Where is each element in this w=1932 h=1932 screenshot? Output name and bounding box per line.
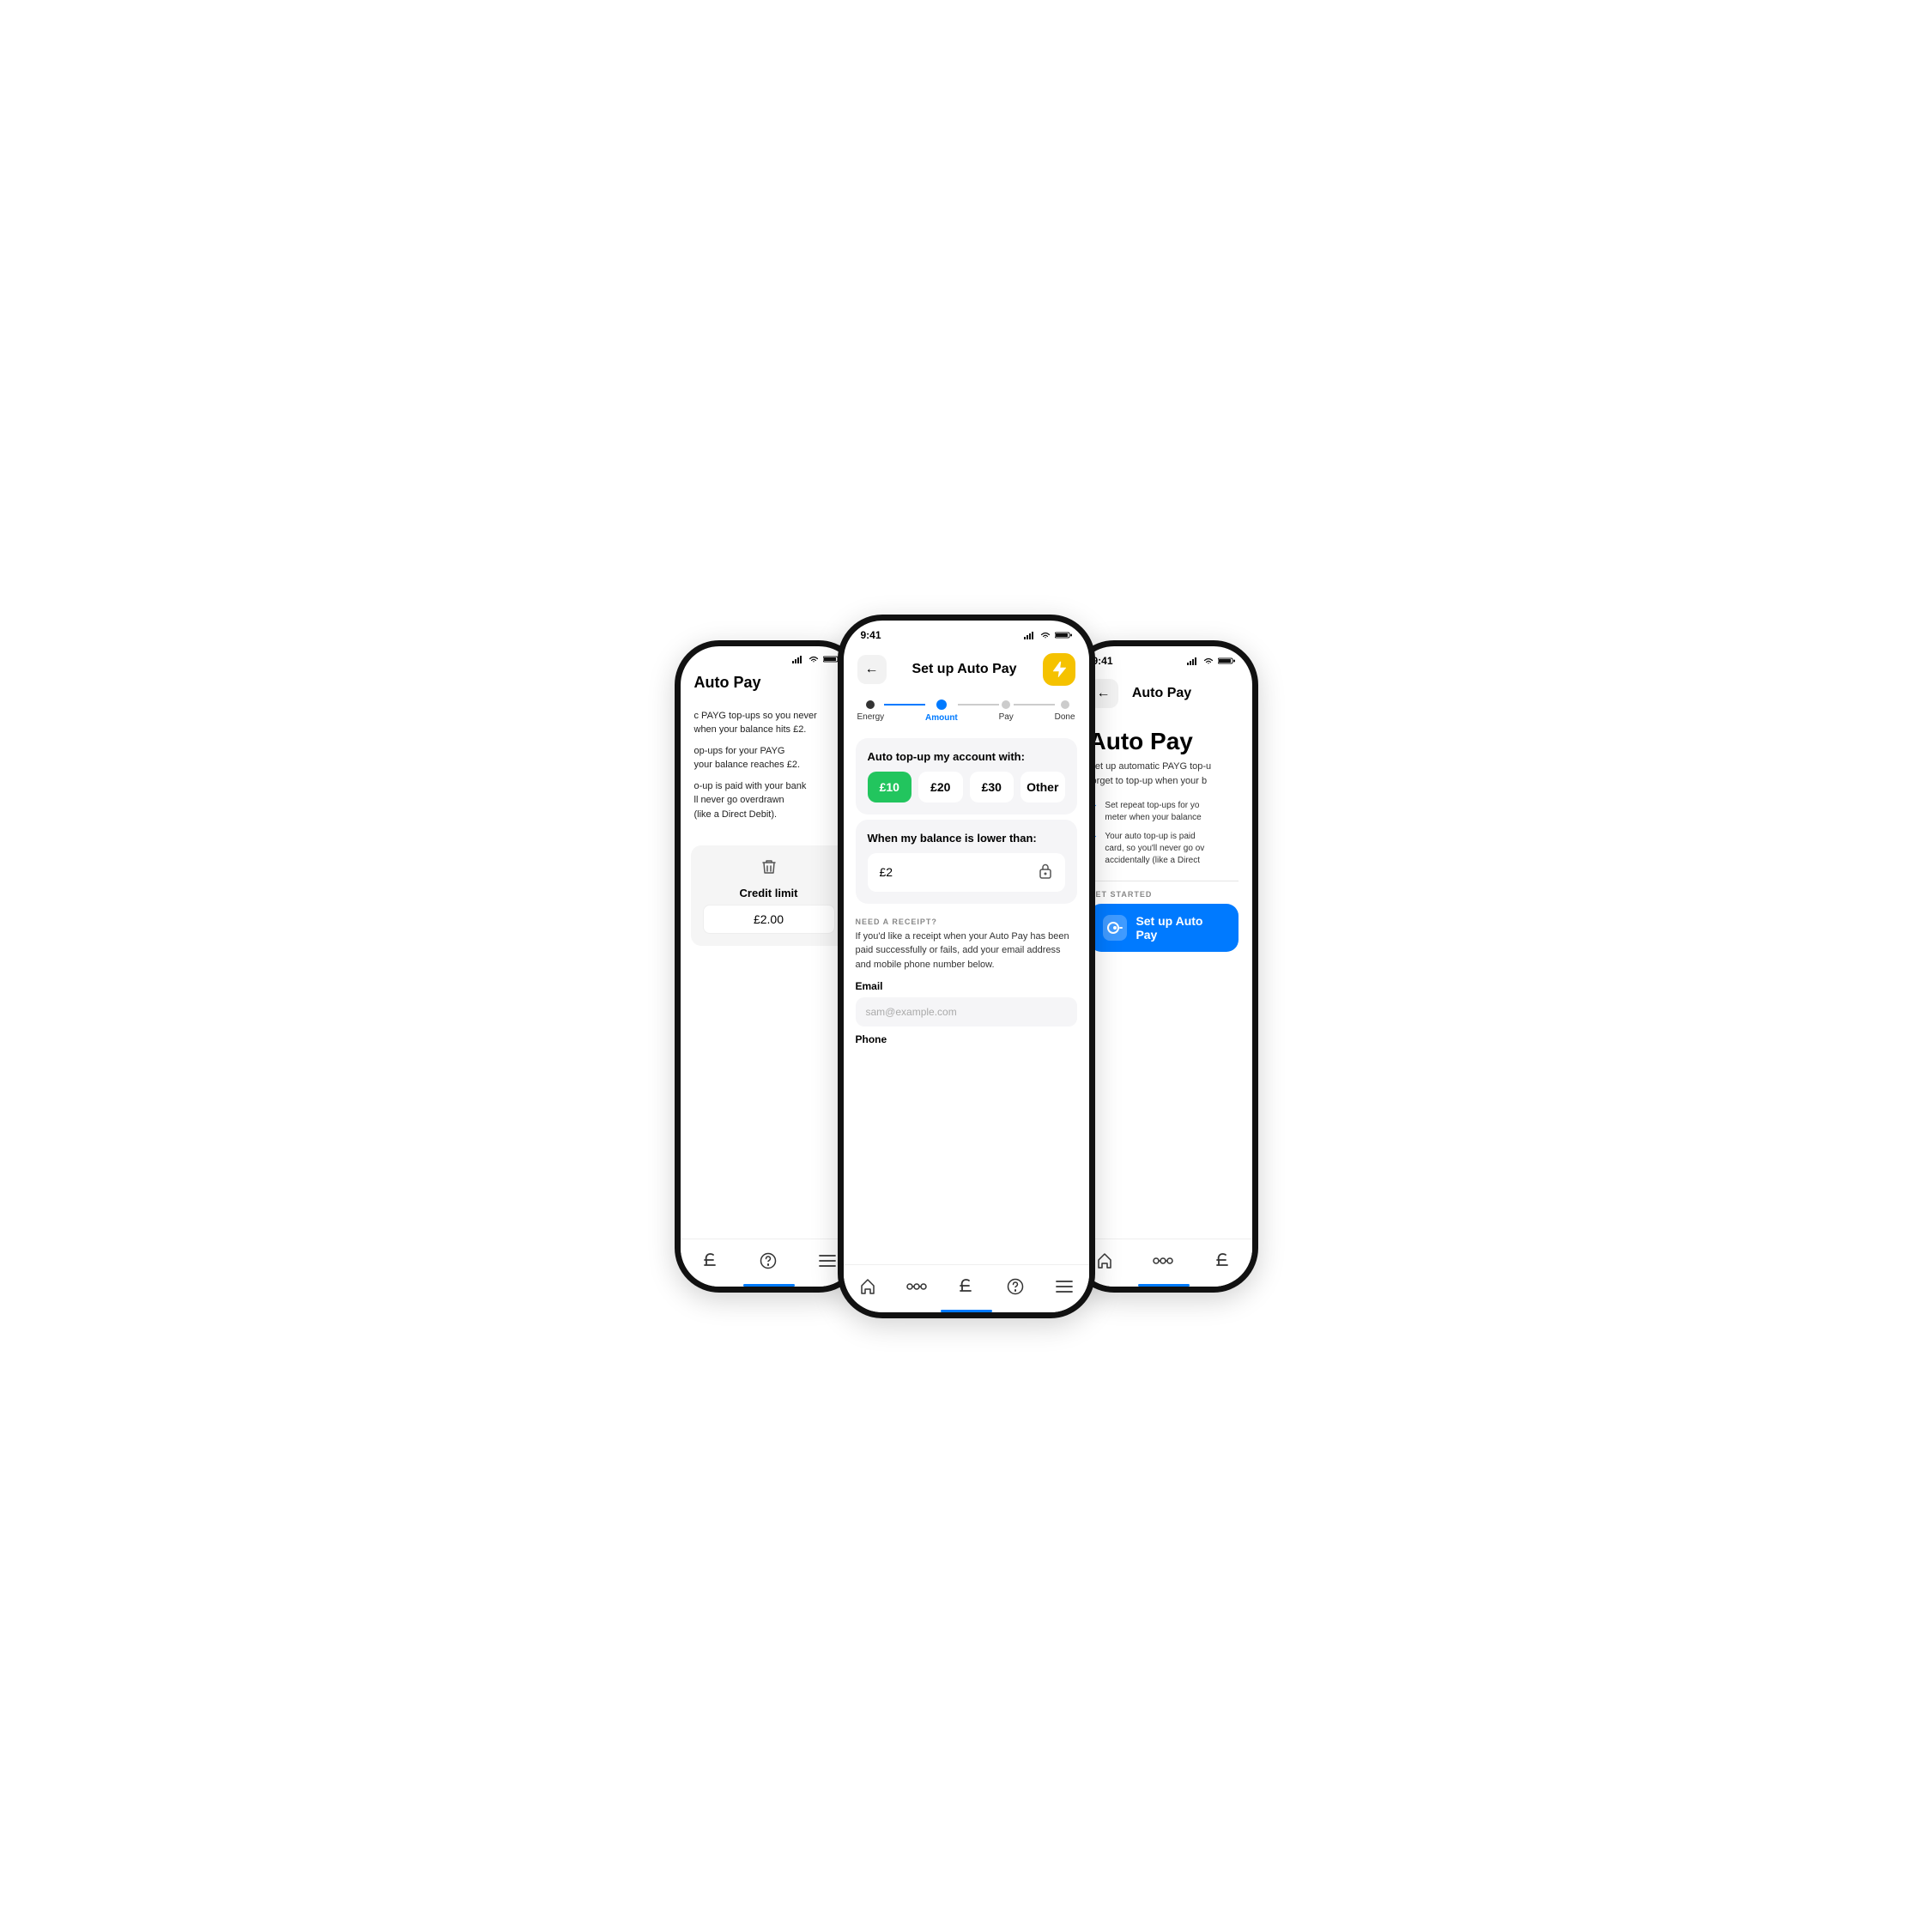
right-nav-activity[interactable]	[1153, 1251, 1173, 1271]
email-input[interactable]: sam@example.com	[856, 997, 1077, 1027]
right-status-bar: 9:41	[1075, 646, 1252, 670]
balance-card: When my balance is lower than: £2	[856, 820, 1077, 904]
right-bottom-bar	[1075, 1239, 1252, 1287]
center-bottom-bar	[844, 1264, 1089, 1312]
amount-options-grid: £10 £20 £30 Other	[868, 772, 1065, 802]
phone-left: Auto Pay c PAYG top-ups so you neverwhen…	[675, 640, 863, 1293]
balance-value: £2	[880, 865, 893, 879]
right-time: 9:41	[1093, 655, 1113, 667]
check-item-1: ✓ Set repeat top-ups for yometer when yo…	[1089, 800, 1239, 824]
scene: Auto Pay c PAYG top-ups so you neverwhen…	[580, 580, 1353, 1353]
step-done: Done	[1055, 700, 1075, 722]
step-pay: Pay	[999, 700, 1014, 722]
amount-option-10[interactable]: £10	[868, 772, 912, 802]
left-content: Auto Pay c PAYG top-ups so you neverwhen…	[681, 646, 857, 1287]
center-signal-icon	[1024, 631, 1036, 639]
setup-btn-icon	[1103, 915, 1128, 941]
amount-card-title: Auto top-up my account with:	[868, 750, 1065, 763]
step-pay-dot	[1002, 700, 1010, 709]
step-done-label: Done	[1055, 712, 1075, 722]
lightning-icon	[1051, 660, 1067, 679]
amount-card: Auto top-up my account with: £10 £20 £30…	[856, 738, 1077, 815]
check-list: ✓ Set repeat top-ups for yometer when yo…	[1075, 796, 1252, 875]
center-time: 9:41	[861, 629, 881, 641]
amount-option-other[interactable]: Other	[1021, 772, 1065, 802]
left-status-icons	[792, 655, 840, 663]
center-nav-menu[interactable]	[1054, 1276, 1075, 1297]
setup-autopay-button[interactable]: Set up Auto Pay	[1089, 904, 1239, 952]
phone-center: 9:41	[838, 615, 1095, 1318]
autopay-description: Set up automatic PAYG top-uforget to top…	[1075, 760, 1252, 796]
step-energy-label: Energy	[857, 712, 885, 722]
center-nav-help[interactable]	[1005, 1276, 1026, 1297]
center-status-bar: 9:41	[844, 621, 1089, 645]
phone-right: 9:41	[1069, 640, 1258, 1293]
right-content: 9:41	[1075, 646, 1252, 1287]
check-item-2: ✓ Your auto top-up is paidcard, so you'l…	[1089, 831, 1239, 867]
lock-icon	[1038, 862, 1053, 883]
step-energy: Energy	[857, 700, 885, 722]
amount-option-20[interactable]: £20	[918, 772, 963, 802]
step-energy-dot	[866, 700, 875, 709]
center-bottom-indicator	[941, 1310, 992, 1312]
phone-field-label: Phone	[856, 1033, 1077, 1045]
center-lightning-button[interactable]	[1043, 653, 1075, 686]
step-amount-dot	[936, 700, 947, 710]
center-header: ← Set up Auto Pay	[844, 645, 1089, 693]
step-pay-label: Pay	[999, 712, 1014, 722]
credit-limit-label: Credit limit	[740, 887, 798, 899]
center-content: 9:41	[844, 621, 1089, 1312]
autopay-hero-title: Auto Pay	[1075, 715, 1252, 760]
step-line-1	[884, 704, 925, 706]
signal-icon	[792, 655, 804, 663]
center-nav-pound[interactable]	[955, 1276, 976, 1297]
step-line-3	[1014, 704, 1055, 706]
wifi-icon	[808, 655, 820, 663]
center-battery-icon	[1055, 631, 1072, 639]
left-credit-card: Credit limit £2.00	[691, 845, 847, 946]
left-nav-menu[interactable]	[817, 1251, 838, 1271]
left-bottom-bar	[681, 1239, 857, 1287]
center-nav-home[interactable]	[857, 1276, 878, 1297]
center-header-title: Set up Auto Pay	[911, 662, 1016, 677]
center-stepper: Energy Amount Pay Done	[844, 693, 1089, 733]
left-body-text: c PAYG top-ups so you neverwhen your bal…	[681, 699, 857, 839]
right-header: ← Auto Pay	[1075, 670, 1252, 715]
right-battery-icon	[1218, 657, 1235, 665]
receipt-section: NEED A RECEIPT? If you'd like a receipt …	[844, 909, 1089, 1055]
right-nav-pound[interactable]	[1212, 1251, 1232, 1271]
right-signal-icon	[1187, 657, 1199, 665]
balance-card-title: When my balance is lower than:	[868, 832, 1065, 845]
left-page-title: Auto Pay	[681, 667, 857, 699]
email-field-label: Email	[856, 980, 1077, 992]
check-text-1: Set repeat top-ups for yometer when your…	[1105, 800, 1201, 824]
right-wifi-icon	[1202, 657, 1214, 665]
right-bottom-indicator	[1138, 1284, 1190, 1287]
left-nav-pound[interactable]	[700, 1251, 720, 1271]
get-started-label: GET STARTED	[1075, 887, 1252, 904]
trash-icon[interactable]	[760, 857, 778, 881]
center-back-button[interactable]: ←	[857, 655, 887, 684]
left-status-bar	[681, 646, 857, 667]
receipt-label: NEED A RECEIPT?	[856, 918, 1077, 926]
center-wifi-icon	[1039, 631, 1051, 639]
receipt-description: If you'd like a receipt when your Auto P…	[856, 930, 1077, 972]
step-line-2	[958, 704, 999, 706]
balance-row: £2	[868, 853, 1065, 892]
step-done-dot	[1061, 700, 1069, 709]
step-amount: Amount	[925, 700, 958, 723]
right-nav-home[interactable]	[1094, 1251, 1115, 1271]
left-nav-help[interactable]	[758, 1251, 778, 1271]
step-amount-label: Amount	[925, 713, 958, 723]
amount-option-30[interactable]: £30	[970, 772, 1014, 802]
left-bottom-indicator	[743, 1284, 795, 1287]
setup-btn-label: Set up Auto Pay	[1136, 914, 1224, 942]
center-status-icons	[1024, 631, 1072, 639]
center-nav-activity[interactable]	[906, 1276, 927, 1297]
credit-limit-value: £2.00	[703, 905, 835, 934]
right-status-icons	[1187, 657, 1235, 665]
right-header-title: Auto Pay	[1132, 686, 1191, 701]
check-text-2: Your auto top-up is paidcard, so you'll …	[1105, 831, 1204, 867]
